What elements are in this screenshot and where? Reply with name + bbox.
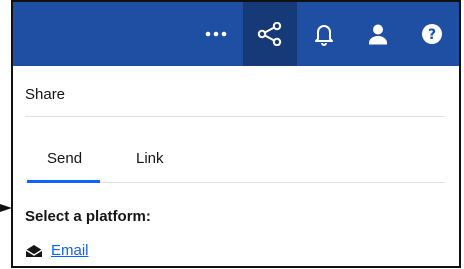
share-panel-window: ? Share Send Link Select a platform: Ema… [11,0,461,268]
overflow-menu-icon [205,31,227,37]
bell-icon [315,25,333,46]
selected-tab-indicator [27,180,100,183]
title-divider [25,116,445,117]
overflow-menu-button[interactable] [189,2,243,66]
platform-email: Email [25,242,89,259]
notifications-button[interactable] [297,2,351,66]
user-icon [369,24,387,45]
tab-send[interactable]: Send [47,150,82,167]
platform-section-label: Select a platform: [25,208,151,225]
top-navigation-bar: ? [13,2,459,66]
email-icon [25,244,43,257]
svg-text:?: ? [428,27,436,43]
share-button[interactable] [243,2,297,66]
share-tabs: Send Link [25,146,445,183]
email-link[interactable]: Email [51,242,89,259]
tab-link[interactable]: Link [136,150,164,167]
share-icon [257,22,282,46]
user-profile-button[interactable] [351,2,405,66]
help-button[interactable]: ? [405,2,459,66]
panel-title: Share [25,86,66,103]
help-icon: ? [422,24,442,44]
share-panel: Share Send Link Select a platform: Email [13,66,459,266]
